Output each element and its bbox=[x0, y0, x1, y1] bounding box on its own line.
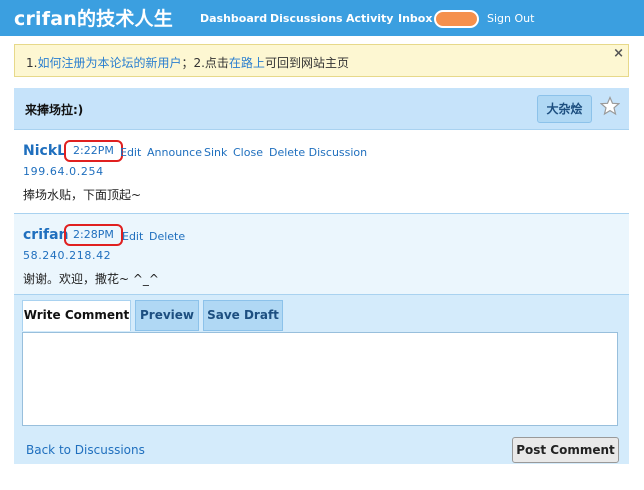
announce-link[interactable]: Announce bbox=[147, 146, 202, 159]
notice-banner: 1.如何注册为本论坛的新用户；2.点击在路上可回到网站主页 × bbox=[14, 44, 629, 77]
sink-link[interactable]: Sink bbox=[204, 146, 227, 159]
close-icon[interactable]: × bbox=[613, 46, 624, 61]
register-help-link[interactable]: 如何注册为本论坛的新用户 bbox=[37, 56, 181, 70]
sign-out-link[interactable]: Sign Out bbox=[487, 12, 534, 25]
close-link[interactable]: Close bbox=[233, 146, 263, 159]
delete-link[interactable]: Delete bbox=[149, 230, 185, 243]
star-icon[interactable] bbox=[600, 96, 620, 116]
category-button[interactable]: 大杂烩 bbox=[537, 95, 592, 123]
discussion-title: 来捧场拉:) bbox=[25, 103, 84, 117]
site-title[interactable]: crifan的技术人生 bbox=[14, 4, 173, 31]
top-navigation-bar: crifan的技术人生 Dashboard Discussions Activi… bbox=[0, 0, 644, 36]
nav-inbox[interactable]: Inbox bbox=[398, 12, 432, 25]
comment-body: 谢谢。欢迎，撒花~ ^_^ bbox=[23, 272, 159, 286]
nav-dashboard[interactable]: Dashboard bbox=[200, 12, 267, 25]
comment-author[interactable]: crifan bbox=[23, 227, 69, 243]
post-comment-button[interactable]: Post Comment bbox=[512, 437, 619, 463]
edit-link[interactable]: Edit bbox=[120, 146, 141, 159]
tab-preview[interactable]: Preview bbox=[135, 300, 199, 331]
tab-write-comment[interactable]: Write Comment bbox=[22, 300, 131, 331]
notice-text: 1.如何注册为本论坛的新用户；2.点击在路上可回到网站主页 bbox=[26, 54, 349, 71]
comment-time[interactable]: 2:22PM bbox=[64, 140, 123, 162]
edit-link[interactable]: Edit bbox=[122, 230, 143, 243]
back-to-discussions-link[interactable]: Back to Discussions bbox=[26, 443, 145, 457]
inbox-badge[interactable] bbox=[434, 10, 479, 28]
nav-activity[interactable]: Activity bbox=[346, 12, 393, 25]
comment-body: 捧场水贴，下面顶起~ bbox=[23, 188, 142, 202]
discussion-header: 来捧场拉:) 大杂烩 bbox=[14, 88, 629, 130]
comment-textarea[interactable] bbox=[22, 332, 618, 426]
comment-ip: 58.240.218.42 bbox=[23, 249, 112, 262]
comment-ip: 199.64.0.254 bbox=[23, 165, 104, 178]
tab-save-draft[interactable]: Save Draft bbox=[203, 300, 283, 331]
comment-author[interactable]: NickL bbox=[23, 143, 66, 159]
comment-item: NickL 2:22PM Edit Announce Sink Close De… bbox=[14, 130, 629, 214]
notice-middle: ；2.点击 bbox=[181, 56, 229, 70]
comment-item: crifan 2:28PM Edit Delete 58.240.218.42 … bbox=[14, 214, 629, 295]
homepage-link[interactable]: 在路上 bbox=[229, 56, 265, 70]
delete-discussion-link[interactable]: Delete Discussion bbox=[269, 146, 367, 159]
notice-suffix: 可回到网站主页 bbox=[264, 56, 349, 70]
notice-prefix: 1. bbox=[26, 56, 38, 70]
nav-discussions[interactable]: Discussions bbox=[270, 12, 343, 25]
comment-editor-tabs: Write Comment Preview Save Draft bbox=[14, 299, 629, 332]
comment-time[interactable]: 2:28PM bbox=[64, 224, 123, 246]
discussion-panel: 来捧场拉:) 大杂烩 NickL 2:22PM Edit Announce Si… bbox=[14, 88, 629, 464]
